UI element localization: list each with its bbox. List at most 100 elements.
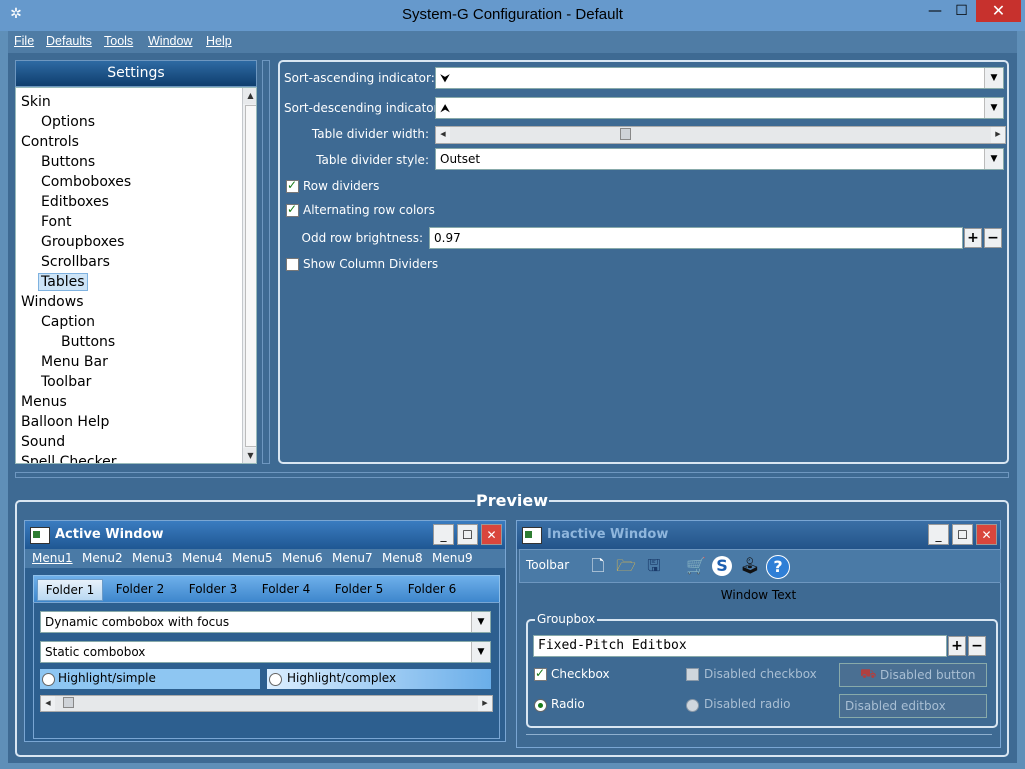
joystick-icon[interactable]: 🕹 bbox=[738, 554, 762, 578]
menu-item[interactable]: Menu6 bbox=[282, 551, 323, 565]
tree-item-options[interactable]: Options bbox=[41, 114, 95, 130]
tab-folder-5[interactable]: Folder 5 bbox=[325, 579, 393, 599]
divider-style-label: Table divider style: bbox=[316, 153, 429, 167]
divider-style-combobox[interactable]: Outset ▼ bbox=[435, 148, 1004, 170]
divider-width-slider[interactable]: ◀ ▶ bbox=[435, 126, 1006, 144]
slider-left-icon[interactable]: ◀ bbox=[41, 696, 55, 711]
menu-window[interactable]: Window bbox=[148, 34, 192, 48]
menu-item[interactable]: Menu3 bbox=[132, 551, 173, 565]
odd-row-brightness-value: 0.97 bbox=[434, 231, 461, 245]
menu-item[interactable]: Menu4 bbox=[182, 551, 223, 565]
maximize-icon[interactable]: ☐ bbox=[457, 524, 478, 545]
odd-row-brightness-input[interactable]: 0.97 bbox=[429, 227, 963, 249]
chevron-down-icon[interactable]: ▼ bbox=[984, 68, 1003, 88]
help-icon[interactable]: ? bbox=[766, 555, 790, 579]
brightness-plus-button[interactable]: + bbox=[964, 228, 982, 248]
alternating-rows-checkbox[interactable] bbox=[286, 202, 299, 217]
close-icon[interactable]: ✕ bbox=[976, 524, 997, 545]
open-folder-icon[interactable]: 🗁 bbox=[614, 554, 638, 578]
chevron-down-icon[interactable]: ▼ bbox=[984, 149, 1003, 169]
tree-item-groupboxes[interactable]: Groupboxes bbox=[41, 234, 124, 250]
static-combobox[interactable]: Static combobox ▼ bbox=[40, 641, 491, 663]
window-title: System-G Configuration - Default bbox=[402, 6, 623, 23]
highlight-complex-option[interactable]: Highlight/complex bbox=[267, 669, 491, 689]
editbox-minus-button[interactable]: − bbox=[968, 636, 986, 656]
fixed-pitch-editbox[interactable]: Fixed-Pitch Editbox bbox=[533, 635, 947, 657]
maximize-icon[interactable]: ☐ bbox=[952, 524, 973, 545]
close-icon[interactable]: ✕ bbox=[481, 524, 502, 545]
tree-item-editboxes[interactable]: Editboxes bbox=[41, 194, 109, 210]
tree-item-tables[interactable]: Tables bbox=[38, 273, 88, 291]
show-column-dividers-checkbox[interactable] bbox=[286, 258, 299, 271]
row-dividers-checkbox[interactable] bbox=[286, 178, 299, 193]
menu-tools[interactable]: Tools bbox=[104, 34, 133, 48]
s-logo-icon[interactable]: S bbox=[712, 556, 732, 576]
save-disk-icon[interactable]: 🖫 bbox=[642, 554, 666, 578]
tree-item-caption-buttons[interactable]: Buttons bbox=[61, 334, 115, 350]
menu-item[interactable]: Menu7 bbox=[332, 551, 373, 565]
slider-left-icon[interactable]: ◀ bbox=[436, 127, 450, 143]
tab-folder-6[interactable]: Folder 6 bbox=[398, 579, 466, 599]
menu-item[interactable]: Menu1 bbox=[32, 551, 73, 565]
chevron-down-icon[interactable]: ▼ bbox=[471, 612, 490, 632]
slider-thumb[interactable] bbox=[619, 128, 631, 140]
minimize-button[interactable]: — bbox=[922, 0, 948, 22]
highlight-simple-radio[interactable] bbox=[42, 673, 55, 686]
tree-item-controls[interactable]: Controls bbox=[21, 134, 79, 150]
row-dividers-label: Row dividers bbox=[303, 179, 380, 193]
new-document-icon[interactable]: 🗋 bbox=[586, 554, 610, 578]
panel-splitter[interactable] bbox=[262, 60, 270, 464]
tab-folder-3[interactable]: Folder 3 bbox=[179, 579, 247, 599]
slider-thumb[interactable] bbox=[63, 697, 75, 708]
tab-folder-4[interactable]: Folder 4 bbox=[252, 579, 320, 599]
sort-desc-combobox[interactable]: ⮝ ▼ bbox=[435, 97, 1004, 119]
menu-defaults[interactable]: Defaults bbox=[46, 34, 92, 48]
preview-radio[interactable] bbox=[534, 699, 547, 712]
dynamic-combobox[interactable]: Dynamic combobox with focus ▼ bbox=[40, 611, 491, 633]
settings-tree[interactable]: Skin Options Controls Buttons Comboboxes… bbox=[15, 87, 257, 464]
tree-item-caption[interactable]: Caption bbox=[41, 314, 95, 330]
tree-item-sound[interactable]: Sound bbox=[21, 434, 65, 450]
slider-right-icon[interactable]: ▶ bbox=[991, 127, 1005, 143]
minimize-icon[interactable]: _ bbox=[433, 524, 454, 545]
minimize-icon[interactable]: _ bbox=[928, 524, 949, 545]
tree-item-comboboxes[interactable]: Comboboxes bbox=[41, 174, 131, 190]
scroll-down-icon[interactable]: ▼ bbox=[243, 448, 256, 463]
menu-file[interactable]: File bbox=[14, 34, 34, 48]
scroll-up-icon[interactable]: ▲ bbox=[243, 88, 256, 104]
tree-item-spell-checker[interactable]: Spell Checker bbox=[21, 454, 117, 463]
preview-checkbox[interactable] bbox=[534, 666, 547, 681]
tree-scrollbar[interactable]: ▲ ▼ bbox=[242, 88, 256, 463]
scroll-thumb[interactable] bbox=[245, 105, 256, 447]
maximize-button[interactable]: ☐ bbox=[948, 0, 975, 22]
menu-item[interactable]: Menu2 bbox=[82, 551, 123, 565]
cart-icon[interactable]: 🛒 bbox=[684, 554, 708, 578]
brightness-minus-button[interactable]: − bbox=[984, 228, 1002, 248]
tree-item-windows[interactable]: Windows bbox=[21, 294, 84, 310]
slider-right-icon[interactable]: ▶ bbox=[478, 696, 492, 711]
editbox-plus-button[interactable]: + bbox=[948, 636, 966, 656]
tab-folder-1[interactable]: Folder 1 bbox=[37, 579, 103, 601]
tree-item-menus[interactable]: Menus bbox=[21, 394, 67, 410]
inactive-divider bbox=[526, 734, 992, 735]
highlight-complex-radio[interactable] bbox=[269, 673, 282, 686]
tab-folder-2[interactable]: Folder 2 bbox=[106, 579, 174, 599]
tree-item-buttons[interactable]: Buttons bbox=[41, 154, 95, 170]
tree-item-skin[interactable]: Skin bbox=[21, 94, 51, 110]
menu-help[interactable]: Help bbox=[206, 34, 232, 48]
tree-item-menu-bar[interactable]: Menu Bar bbox=[41, 354, 108, 370]
chevron-down-icon[interactable]: ▼ bbox=[984, 98, 1003, 118]
disabled-button-label: Disabled button bbox=[880, 668, 976, 682]
highlight-simple-option[interactable]: Highlight/simple bbox=[40, 669, 260, 689]
tree-item-toolbar[interactable]: Toolbar bbox=[41, 374, 91, 390]
menu-item[interactable]: Menu9 bbox=[432, 551, 473, 565]
tree-item-balloon-help[interactable]: Balloon Help bbox=[21, 414, 109, 430]
tree-item-font[interactable]: Font bbox=[41, 214, 71, 230]
close-button[interactable]: ✕ bbox=[976, 0, 1021, 22]
preview-slider[interactable]: ◀ ▶ bbox=[40, 695, 493, 712]
tree-item-scrollbars[interactable]: Scrollbars bbox=[41, 254, 110, 270]
menu-item[interactable]: Menu8 bbox=[382, 551, 423, 565]
chevron-down-icon[interactable]: ▼ bbox=[471, 642, 490, 662]
menu-item[interactable]: Menu5 bbox=[232, 551, 273, 565]
sort-asc-combobox[interactable]: ⮟ ▼ bbox=[435, 67, 1004, 89]
